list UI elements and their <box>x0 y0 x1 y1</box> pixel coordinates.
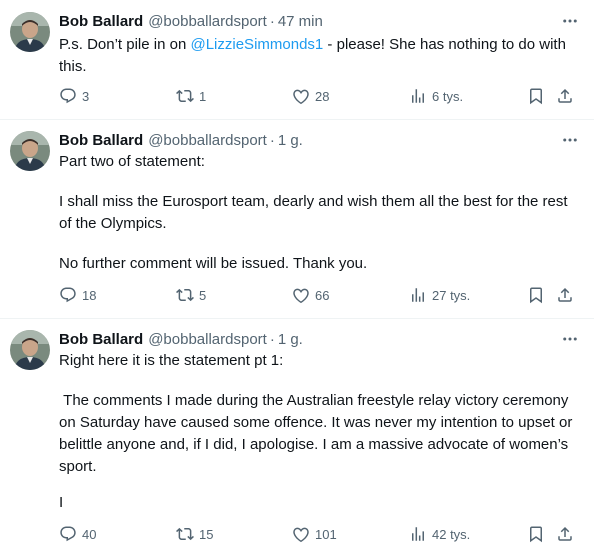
views-count: 27 tys. <box>432 287 471 303</box>
tweet-paragraph: I <box>59 494 64 511</box>
tweet-paragraph: The comments I made during the Australia… <box>59 392 577 475</box>
tweet[interactable]: Bob Ballard @bobballardsport · 47 min P.… <box>0 0 594 120</box>
author-handle[interactable]: @bobballardsport <box>148 331 267 348</box>
share-icon <box>556 525 574 543</box>
tweet-actions: 18 5 66 27 tys. <box>59 285 579 305</box>
views-button[interactable]: 6 tys. <box>409 86 463 106</box>
heart-icon <box>292 87 310 105</box>
share-button[interactable] <box>556 86 574 106</box>
repost-count: 1 <box>199 88 207 104</box>
tweet-header: Bob Ballard @bobballardsport · 1 g. <box>59 130 580 150</box>
repost-button[interactable]: 15 <box>176 524 213 544</box>
tweet[interactable]: Bob Ballard @bobballardsport · 1 g. Righ… <box>0 319 594 550</box>
more-options-icon[interactable] <box>560 130 580 150</box>
tweet-header: Bob Ballard @bobballardsport · 1 g. <box>59 329 580 349</box>
like-button[interactable]: 28 <box>292 86 329 106</box>
repost-icon <box>176 525 194 543</box>
reply-button[interactable]: 40 <box>59 524 96 544</box>
tweet-actions: 40 15 101 42 tys. <box>59 524 579 544</box>
reply-button[interactable]: 18 <box>59 285 96 305</box>
separator-dot: · <box>269 131 275 149</box>
share-icon <box>556 87 574 105</box>
separator-dot: · <box>269 330 275 348</box>
tweet-feed: Bob Ballard @bobballardsport · 47 min P.… <box>0 0 594 550</box>
timestamp[interactable]: 1 g. <box>278 331 303 348</box>
repost-button[interactable]: 1 <box>176 86 206 106</box>
views-count: 42 tys. <box>432 526 471 542</box>
like-button[interactable]: 66 <box>292 285 329 305</box>
bookmark-icon <box>527 87 545 105</box>
tweet-text-before: P.s. Don’t pile in on <box>59 36 191 53</box>
analytics-icon <box>409 87 427 105</box>
reply-icon <box>59 286 77 304</box>
like-count: 66 <box>315 287 330 303</box>
heart-icon <box>292 286 310 304</box>
avatar[interactable] <box>10 12 50 52</box>
heart-icon <box>292 525 310 543</box>
mention-link[interactable]: @LizzieSimmonds1 <box>190 36 323 53</box>
views-button[interactable]: 42 tys. <box>409 524 470 544</box>
reply-icon <box>59 87 77 105</box>
bookmark-button[interactable] <box>527 285 545 305</box>
tweet-actions: 3 1 28 6 tys. <box>59 86 579 106</box>
author-name[interactable]: Bob Ballard <box>59 132 143 149</box>
tweet-header: Bob Ballard @bobballardsport · 47 min <box>59 11 580 31</box>
repost-count: 5 <box>199 287 207 303</box>
tweet-text: P.s. Don’t pile in on @LizzieSimmonds1 -… <box>59 34 579 78</box>
analytics-icon <box>409 525 427 543</box>
share-icon <box>556 286 574 304</box>
more-options-icon[interactable] <box>560 11 580 31</box>
reply-count: 18 <box>82 287 97 303</box>
bookmark-button[interactable] <box>527 524 545 544</box>
avatar[interactable] <box>10 131 50 171</box>
repost-icon <box>176 87 194 105</box>
author-name[interactable]: Bob Ballard <box>59 13 143 30</box>
like-count: 101 <box>315 526 337 542</box>
views-count: 6 tys. <box>432 88 464 104</box>
reply-count: 3 <box>82 88 90 104</box>
bookmark-icon <box>527 525 545 543</box>
tweet[interactable]: Bob Ballard @bobballardsport · 1 g. Part… <box>0 120 594 319</box>
tweet-paragraph: Right here it is the statement pt 1: <box>59 352 284 369</box>
avatar[interactable] <box>10 330 50 370</box>
tweet-paragraph: Part two of statement: <box>59 153 205 170</box>
share-button[interactable] <box>556 524 574 544</box>
like-count: 28 <box>315 88 330 104</box>
like-button[interactable]: 101 <box>292 524 337 544</box>
repost-button[interactable]: 5 <box>176 285 206 305</box>
reply-icon <box>59 525 77 543</box>
repost-icon <box>176 286 194 304</box>
separator-dot: · <box>269 12 275 30</box>
analytics-icon <box>409 286 427 304</box>
timestamp[interactable]: 47 min <box>278 13 323 30</box>
repost-count: 15 <box>199 526 214 542</box>
reply-button[interactable]: 3 <box>59 86 89 106</box>
reply-count: 40 <box>82 526 97 542</box>
author-name[interactable]: Bob Ballard <box>59 331 143 348</box>
tweet-paragraph: I shall miss the Eurosport team, dearly … <box>59 193 568 232</box>
timestamp[interactable]: 1 g. <box>278 132 303 149</box>
more-options-icon[interactable] <box>560 329 580 349</box>
author-handle[interactable]: @bobballardsport <box>148 132 267 149</box>
bookmark-button[interactable] <box>527 86 545 106</box>
share-button[interactable] <box>556 285 574 305</box>
author-handle[interactable]: @bobballardsport <box>148 13 267 30</box>
views-button[interactable]: 27 tys. <box>409 285 470 305</box>
tweet-paragraph: No further comment will be issued. Thank… <box>59 255 368 272</box>
bookmark-icon <box>527 286 545 304</box>
